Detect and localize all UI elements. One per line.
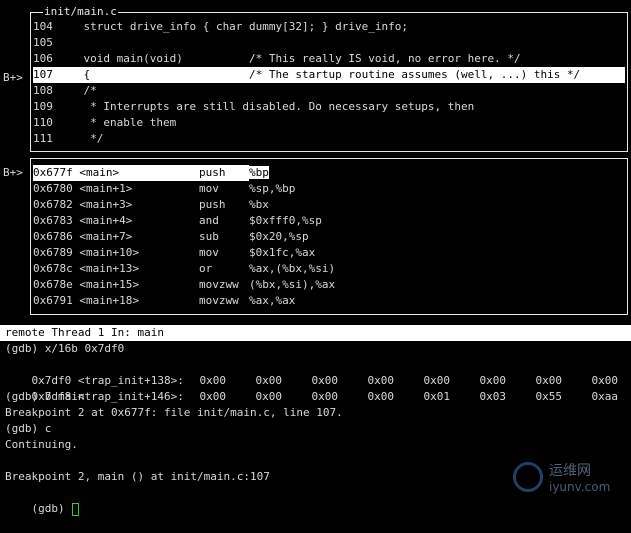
asm-args: $0x1fc,%ax: [249, 246, 315, 259]
asm-opcode: mov: [199, 181, 249, 197]
asm-args: $0xfff0,%sp: [249, 214, 322, 227]
source-line-code: struct drive_info { char dummy[32]; } dr…: [57, 20, 408, 33]
memory-byte: 0xaa: [592, 389, 631, 405]
source-breakpoint-marker: B+>: [3, 70, 23, 86]
source-line-code: * Interrupts are still disabled. Do nece…: [57, 100, 474, 113]
asm-line: 0x678e <main+15>movzww(%bx,%si),%ax: [33, 277, 335, 293]
asm-args: %bx: [249, 198, 269, 211]
asm-args: %sp,%bp: [249, 182, 295, 195]
asm-opcode: or: [199, 261, 249, 277]
memory-byte: 0x55: [536, 389, 592, 405]
assembly-window: 0x677f <main>push%bp0x6780 <main+1>mov%s…: [30, 158, 628, 315]
text-cursor[interactable]: [72, 503, 79, 516]
watermark-logo-icon: [513, 462, 543, 492]
asm-address: 0x6786 <main+7>: [33, 229, 199, 245]
watermark: 运维网 iyunv.com: [513, 458, 623, 498]
memory-row: 0x7df8 <trap_init+146>:0x000x000x000x000…: [5, 373, 631, 389]
asm-args: $0x20,%sp: [249, 230, 309, 243]
terminal-window[interactable]: init/main.c 104 struct drive_info { char…: [0, 0, 631, 504]
asm-opcode: and: [199, 213, 249, 229]
asm-address: 0x677f <main>: [33, 165, 199, 181]
asm-args: %ax,%ax: [249, 294, 295, 307]
asm-address: 0x6780 <main+1>: [33, 181, 199, 197]
asm-address: 0x6789 <main+10>: [33, 245, 199, 261]
memory-byte: 0x01: [424, 389, 480, 405]
asm-args: (%bx,%si),%ax: [249, 278, 335, 291]
command-output-line: Breakpoint 2, main () at init/main.c:107: [5, 469, 270, 485]
source-line-number: 107: [33, 67, 57, 83]
asm-line: 0x6789 <main+10>mov$0x1fc,%ax: [33, 245, 315, 261]
source-line: 106 void main(void) /* This really IS vo…: [33, 51, 625, 67]
asm-address: 0x6782 <main+3>: [33, 197, 199, 213]
source-line-number: 104: [33, 19, 57, 35]
source-line-code: */: [57, 132, 103, 145]
memory-byte: 0x00: [200, 389, 256, 405]
command-output-line: (gdb) b main: [5, 389, 84, 405]
asm-address: 0x6783 <main+4>: [33, 213, 199, 229]
source-line-code: void main(void) /* This really IS void, …: [57, 52, 521, 65]
command-output-line: Breakpoint 2 at 0x677f: file init/main.c…: [5, 405, 343, 421]
command-output-line: Continuing.: [5, 437, 78, 453]
asm-line: 0x677f <main>push%bp: [33, 165, 269, 181]
source-line-number: 110: [33, 115, 57, 131]
source-line: 109 * Interrupts are still disabled. Do …: [33, 99, 625, 115]
asm-address: 0x6791 <main+18>: [33, 293, 199, 309]
asm-opcode: sub: [199, 229, 249, 245]
asm-args: %bp: [249, 166, 269, 179]
source-line: 105: [33, 35, 625, 51]
watermark-url-text: iyunv.com: [549, 480, 610, 494]
asm-line: 0x678c <main+13>or%ax,(%bx,%si): [33, 261, 335, 277]
command-output-line: (gdb) x/16b 0x7df0: [5, 341, 124, 357]
source-line: 104 struct drive_info { char dummy[32]; …: [33, 19, 625, 35]
status-bar: remote Thread 1 In: main: [0, 325, 631, 341]
command-prompt[interactable]: (gdb): [5, 485, 79, 501]
asm-address: 0x678c <main+13>: [33, 261, 199, 277]
asm-breakpoint-marker: B+>: [3, 165, 23, 181]
memory-byte: 0x00: [312, 389, 368, 405]
source-line-number: 109: [33, 99, 57, 115]
source-line-number: 105: [33, 35, 57, 51]
source-line: 110 * enable them: [33, 115, 625, 131]
source-line: 111 */: [33, 131, 625, 147]
asm-line: 0x6786 <main+7>sub$0x20,%sp: [33, 229, 309, 245]
asm-opcode: push: [199, 197, 249, 213]
asm-opcode: mov: [199, 245, 249, 261]
source-line-code: * enable them: [57, 116, 176, 129]
asm-line: 0x6791 <main+18>movzww%ax,%ax: [33, 293, 295, 309]
command-output-line: (gdb) c: [5, 421, 51, 437]
source-line-code: { /* The startup routine assumes (well, …: [57, 68, 580, 81]
asm-line: 0x6782 <main+3>push%bx: [33, 197, 269, 213]
memory-byte: 0x03: [480, 389, 536, 405]
memory-byte: 0x00: [368, 389, 424, 405]
watermark-cn-text: 运维网: [549, 460, 591, 480]
source-window-title: init/main.c: [43, 5, 118, 19]
asm-line: 0x6780 <main+1>mov%sp,%bp: [33, 181, 295, 197]
source-window: init/main.c 104 struct drive_info { char…: [30, 12, 628, 152]
memory-byte: 0x00: [256, 389, 312, 405]
source-line-code: /*: [57, 84, 97, 97]
source-line-number: 111: [33, 131, 57, 147]
asm-line: 0x6783 <main+4>and$0xfff0,%sp: [33, 213, 322, 229]
source-line-number: 106: [33, 51, 57, 67]
asm-args: %ax,(%bx,%si): [249, 262, 335, 275]
asm-address: 0x678e <main+15>: [33, 277, 199, 293]
asm-opcode: movzww: [199, 293, 249, 309]
source-line: 107 { /* The startup routine assumes (we…: [33, 67, 625, 83]
asm-opcode: movzww: [199, 277, 249, 293]
asm-opcode: push: [199, 165, 249, 181]
source-line-number: 108: [33, 83, 57, 99]
memory-row: 0x7df0 <trap_init+138>:0x000x000x000x000…: [5, 357, 631, 373]
source-line: 108 /*: [33, 83, 625, 99]
